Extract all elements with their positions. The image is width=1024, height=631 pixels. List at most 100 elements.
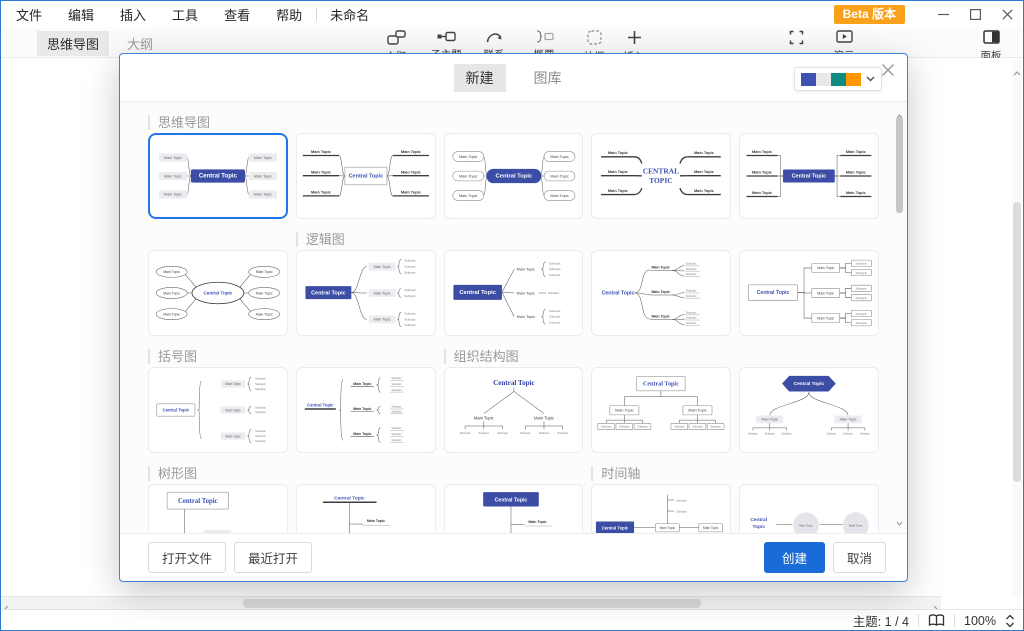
recent-files-button[interactable]: 最近打开 (234, 542, 312, 573)
relationship-icon (486, 30, 503, 48)
svg-text:Subtopic: Subtopic (676, 498, 687, 502)
create-button[interactable]: 创建 (764, 542, 825, 573)
subtopic-icon (437, 30, 456, 48)
svg-text:Main Topic: Main Topic (846, 149, 867, 154)
dialog-scrollbar-thumb[interactable] (896, 117, 903, 213)
svg-text:Subtopic: Subtopic (391, 438, 402, 442)
svg-text:Subtopic: Subtopic (856, 321, 868, 325)
close-button[interactable] (1002, 9, 1013, 20)
view-tab-思维导图[interactable]: 思维导图 (37, 31, 109, 56)
statusbar: 主题: 1 / 4 100% (1, 609, 1023, 631)
insert-icon (627, 30, 642, 50)
svg-text:Central Topic: Central Topic (163, 407, 190, 412)
svg-text:Subtopic: Subtopic (255, 406, 266, 410)
template-card-lg2[interactable]: Main TopicSubtopicSubtopicSubtopicMain T… (444, 250, 584, 336)
svg-text:Subtopic: Subtopic (549, 321, 561, 325)
svg-text:Topic: Topic (753, 524, 766, 530)
template-card-tl1[interactable]: SubtopicSubtopicCentral TopicMain TopicM… (591, 484, 731, 535)
dialog-scrollbar[interactable] (896, 104, 904, 533)
template-card-mm2[interactable]: Main TopicMain TopicMain TopicMain Topic… (296, 133, 436, 219)
svg-text:Main Topic: Main Topic (311, 149, 332, 154)
template-card-mm5[interactable]: Main Topic Main Topic Main Topic Main Topic… (739, 133, 879, 219)
menu-items: 文件编辑插入工具查看帮助 (3, 5, 315, 24)
cancel-button[interactable]: 取消 (833, 542, 886, 573)
svg-text:Main Topic: Main Topic (534, 415, 554, 420)
template-card-mm3[interactable]: Main TopicMain TopicMain TopicMain Topic… (444, 133, 584, 219)
template-card-mm4[interactable]: Main TopicMain TopicMain TopicMain Topic… (591, 133, 731, 219)
template-card-lg1[interactable]: Main TopicSubtopicSubtopicSubtopicMain T… (296, 250, 436, 336)
svg-text:Central Topic: Central Topic (204, 291, 233, 296)
template-card-bk2[interactable]: Central TopicMain TopicSubtopicSubtopicS… (296, 367, 436, 453)
menu-item-工具[interactable]: 工具 (159, 5, 211, 24)
template-card-mm1-selected[interactable]: Main TopicMain TopicMain TopicMain Topic… (148, 133, 288, 219)
menu-item-帮助[interactable]: 帮助 (263, 5, 315, 24)
svg-text:Subtopic: Subtopic (547, 291, 559, 295)
presentation-icon (836, 30, 853, 49)
template-card-tr2[interactable]: Central TopicMain TopicMain Topic (296, 484, 436, 535)
toolbar-button-面板[interactable]: 面板 (968, 30, 1014, 62)
svg-text:Central Topic: Central Topic (178, 498, 218, 505)
svg-text:Subtopic: Subtopic (255, 387, 266, 391)
svg-text:Central Topic: Central Topic (311, 290, 346, 296)
vertical-scrollbar-thumb[interactable] (1013, 202, 1021, 482)
menu-item-文件[interactable]: 文件 (3, 5, 55, 24)
template-card-og1[interactable]: Central TopicMain TopicSubtopicSubtopicS… (444, 367, 584, 453)
svg-text:Subtopic: Subtopic (404, 317, 416, 321)
svg-text:Subtopic: Subtopic (748, 431, 759, 435)
maximize-button[interactable] (970, 9, 981, 20)
svg-text:Main Topic: Main Topic (550, 154, 568, 159)
template-card-tl2[interactable]: CentralTopicMain TopicMain Topic (739, 484, 879, 535)
horizontal-scrollbar[interactable] (1, 596, 941, 609)
vertical-scrollbar[interactable] (1012, 59, 1022, 596)
template-card-og3[interactable]: Central TopicMain TopicSubtopicSubtopicS… (739, 367, 879, 453)
svg-text:Main Topic: Main Topic (254, 156, 272, 160)
menu-item-编辑[interactable]: 编辑 (55, 5, 107, 24)
svg-text:Central Topic: Central Topic (199, 174, 238, 180)
dialog-tab-图库[interactable]: 图库 (522, 64, 574, 92)
zen-icon (789, 30, 804, 50)
template-card-mm6[interactable]: Main TopicMain TopicMain TopicMain Topic… (148, 250, 288, 336)
svg-text:Subtopic: Subtopic (765, 431, 776, 435)
template-card-lg4[interactable]: Main TopicSubtopicSubtopicMain TopicSubt… (739, 250, 879, 336)
svg-text:Subtopic: Subtopic (860, 431, 871, 435)
menu-item-查看[interactable]: 查看 (211, 5, 263, 24)
topic-counter: 主题: 1 / 4 (853, 611, 909, 630)
new-document-dialog: 新建图库 思维导图Main TopicMain TopicMain TopicM… (119, 53, 908, 582)
dialog-close-icon[interactable] (881, 63, 895, 77)
open-file-button[interactable]: 打开文件 (148, 542, 226, 573)
svg-text:Main Topic: Main Topic (752, 190, 773, 195)
menu-separator (316, 8, 317, 21)
svg-text:Main Topic: Main Topic (840, 418, 857, 422)
page-overview-icon[interactable] (928, 614, 945, 627)
minimize-button[interactable] (938, 9, 949, 20)
svg-text:Subtopic: Subtopic (391, 432, 402, 436)
svg-text:Subtopic: Subtopic (404, 270, 416, 274)
scroll-down-icon[interactable] (896, 513, 903, 531)
template-card-tr1[interactable]: Central TopicMain Topic (148, 484, 288, 535)
svg-text:Central Topic: Central Topic (334, 495, 365, 501)
template-card-lg3[interactable]: Main TopicSubtopicSubtopicSubtopicMain T… (591, 250, 731, 336)
svg-text:Central Topic: Central Topic (459, 290, 496, 296)
svg-text:Main Topic: Main Topic (846, 169, 867, 174)
template-card-og2[interactable]: Central TopicMain TopicSubtopicSubtopicS… (591, 367, 731, 453)
menu-item-插入[interactable]: 插入 (107, 5, 159, 24)
svg-text:Main Topic: Main Topic (516, 290, 534, 295)
svg-text:Main Topic: Main Topic (652, 314, 670, 318)
template-card-bk1[interactable]: Main TopicSubtopicSubtopicSubtopicMain T… (148, 367, 288, 453)
svg-text:Subtopic: Subtopic (391, 405, 402, 409)
svg-text:Subtopic: Subtopic (856, 287, 868, 291)
svg-text:Main Topic: Main Topic (694, 169, 715, 174)
svg-text:Main Topic: Main Topic (752, 169, 773, 174)
horizontal-scrollbar-thumb[interactable] (243, 599, 701, 608)
svg-text:Main Topic: Main Topic (164, 156, 182, 160)
theme-color-dropdown[interactable] (794, 67, 882, 91)
svg-text:Main Topic: Main Topic (846, 190, 867, 195)
scroll-up-icon[interactable] (1013, 63, 1021, 81)
zoom-stepper-icon[interactable] (1005, 614, 1015, 628)
svg-text:Subtopic: Subtopic (255, 410, 266, 414)
template-card-tr3[interactable]: Central TopicMain TopicMain Topic (444, 484, 584, 535)
svg-text:Subtopic: Subtopic (549, 273, 561, 277)
dialog-tab-新建[interactable]: 新建 (454, 64, 506, 92)
menubar: 文件编辑插入工具查看帮助 未命名 Beta 版本 (1, 1, 1023, 28)
svg-text:Central Topic: Central Topic (495, 174, 532, 180)
